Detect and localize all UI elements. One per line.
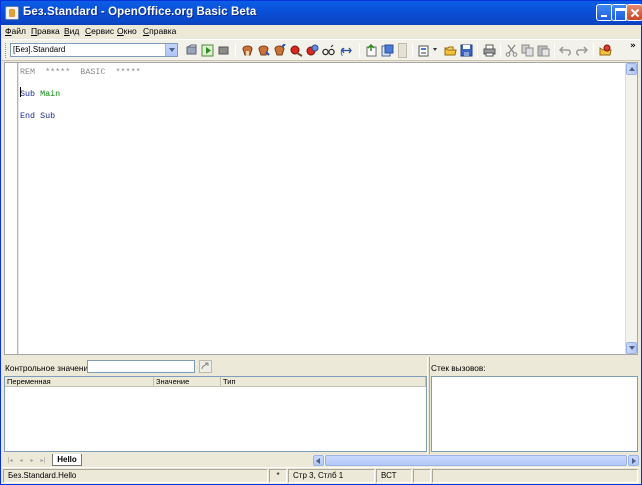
close-button[interactable] bbox=[626, 4, 642, 21]
scroll-thumb[interactable] bbox=[325, 455, 627, 466]
object-catalog-icon[interactable]: ( bbox=[340, 44, 353, 57]
status-selection-mode bbox=[413, 469, 431, 483]
step-over-icon[interactable] bbox=[241, 44, 254, 57]
save-icon[interactable] bbox=[460, 44, 473, 57]
code-editor[interactable]: REM ***** BASIC ***** Sub Main End Sub bbox=[4, 62, 638, 355]
window-title: Без.Standard - OpenOffice.org Basic Beta bbox=[23, 6, 257, 18]
status-modified: * bbox=[269, 469, 287, 483]
column-value[interactable]: Значение bbox=[154, 377, 221, 387]
watch-table: Переменная Значение Тип bbox=[4, 376, 427, 452]
enable-watch-icon[interactable] bbox=[322, 44, 335, 57]
step-into-icon[interactable] bbox=[257, 44, 270, 57]
code-line[interactable]: End Sub bbox=[20, 111, 55, 121]
first-tab-icon[interactable]: |◂ bbox=[5, 456, 15, 465]
run-icon[interactable] bbox=[201, 44, 214, 57]
toolbar-separator bbox=[412, 43, 413, 58]
scroll-right-icon[interactable] bbox=[628, 455, 639, 466]
vertical-scrollbar[interactable] bbox=[625, 63, 637, 354]
menu-bar: Файл Правка Вид Сервис Окно Справка bbox=[2, 25, 640, 39]
column-variable[interactable]: Переменная bbox=[5, 377, 154, 387]
main-window: Без.Standard - OpenOffice.org Basic Beta… bbox=[0, 0, 642, 485]
callstack-list[interactable] bbox=[431, 376, 638, 452]
callstack-label: Стек вызовов: bbox=[431, 363, 486, 373]
menu-tools[interactable]: Сервис bbox=[85, 26, 114, 36]
openoffice-app-icon[interactable] bbox=[5, 6, 19, 20]
watch-label: Контрольное значение: bbox=[5, 363, 96, 373]
column-type[interactable]: Тип bbox=[221, 377, 426, 387]
toolbar-separator bbox=[593, 43, 594, 58]
title-bar[interactable]: Без.Standard - OpenOffice.org Basic Beta bbox=[1, 1, 642, 25]
menu-window[interactable]: Окно bbox=[117, 26, 137, 36]
watch-input[interactable] bbox=[87, 360, 195, 373]
status-empty bbox=[432, 469, 638, 483]
toolbar-grip[interactable] bbox=[5, 43, 7, 58]
last-tab-icon[interactable]: ▸| bbox=[38, 456, 48, 465]
module-tabbar: |◂ ◂ ▸ ▸| Hello bbox=[2, 454, 640, 467]
scroll-left-icon[interactable] bbox=[313, 455, 324, 466]
toolbar-separator bbox=[500, 43, 501, 58]
callstack-panel: Стек вызовов: bbox=[430, 357, 640, 454]
toolbar-dropdown-arrow[interactable] bbox=[398, 43, 407, 58]
watch-panel: Контрольное значение: Переменная Значени… bbox=[2, 357, 427, 454]
code-comment: REM ***** BASIC ***** bbox=[20, 67, 141, 77]
tab-hello[interactable]: Hello bbox=[52, 454, 82, 466]
paste-icon[interactable] bbox=[537, 44, 550, 57]
prev-tab-icon[interactable]: ◂ bbox=[16, 456, 26, 465]
toolbar-separator bbox=[554, 43, 555, 58]
code-line[interactable]: REM ***** BASIC ***** bbox=[20, 67, 141, 77]
line-gutter[interactable] bbox=[5, 63, 18, 354]
toolbar-overflow[interactable]: » bbox=[630, 42, 636, 51]
dialog-editor-icon[interactable] bbox=[418, 44, 431, 57]
step-out-icon[interactable] bbox=[273, 44, 286, 57]
macro-toolbar: [Без].Standard ( » bbox=[2, 39, 640, 61]
library-select[interactable]: [Без].Standard bbox=[10, 43, 178, 57]
horizontal-scrollbar[interactable] bbox=[313, 455, 639, 466]
status-insert-mode[interactable]: ВСТ bbox=[376, 469, 412, 483]
status-module: Без.Standard.Hello bbox=[3, 469, 268, 483]
undo-icon[interactable] bbox=[559, 44, 572, 57]
toolbar-separator bbox=[235, 43, 236, 58]
menu-view[interactable]: Вид bbox=[64, 26, 79, 36]
status-bar: Без.Standard.Hello * Стр 3, Стлб 1 ВСТ bbox=[2, 467, 640, 484]
macros-icon[interactable] bbox=[365, 44, 378, 57]
redo-icon[interactable] bbox=[575, 44, 588, 57]
copy-icon[interactable] bbox=[521, 44, 534, 57]
code-identifier: Main bbox=[40, 89, 61, 99]
compile-icon[interactable] bbox=[185, 44, 198, 57]
gutter-border bbox=[18, 63, 19, 354]
code-keyword: End Sub bbox=[20, 111, 56, 121]
menu-help[interactable]: Справка bbox=[143, 26, 176, 36]
cut-icon[interactable] bbox=[505, 44, 518, 57]
toolbar-separator bbox=[477, 43, 478, 58]
scroll-down-icon[interactable] bbox=[626, 342, 637, 354]
find-replace-icon[interactable] bbox=[599, 44, 612, 57]
scroll-up-icon[interactable] bbox=[626, 63, 637, 75]
next-tab-icon[interactable]: ▸ bbox=[27, 456, 37, 465]
code-keyword: Sub bbox=[20, 89, 41, 99]
open-folder-icon[interactable] bbox=[444, 44, 457, 57]
modules-icon[interactable] bbox=[381, 44, 394, 57]
stop-icon[interactable] bbox=[217, 44, 230, 57]
code-line[interactable]: Sub Main bbox=[20, 89, 60, 99]
print-icon[interactable] bbox=[483, 44, 496, 57]
breakpoint-icon[interactable] bbox=[290, 44, 303, 57]
menu-edit[interactable]: Правка bbox=[31, 26, 60, 36]
remove-watch-icon[interactable] bbox=[199, 360, 212, 373]
manage-breakpoints-icon[interactable] bbox=[306, 44, 319, 57]
status-position: Стр 3, Стлб 1 bbox=[288, 469, 375, 483]
text-cursor bbox=[20, 87, 21, 97]
dialog-dropdown-arrow[interactable] bbox=[433, 48, 437, 51]
toolbar-separator bbox=[359, 43, 360, 58]
menu-file[interactable]: Файл bbox=[5, 26, 26, 36]
library-select-value: [Без].Standard bbox=[13, 45, 66, 54]
chevron-down-icon[interactable] bbox=[165, 44, 177, 56]
svg-text:(: ( bbox=[340, 48, 344, 57]
